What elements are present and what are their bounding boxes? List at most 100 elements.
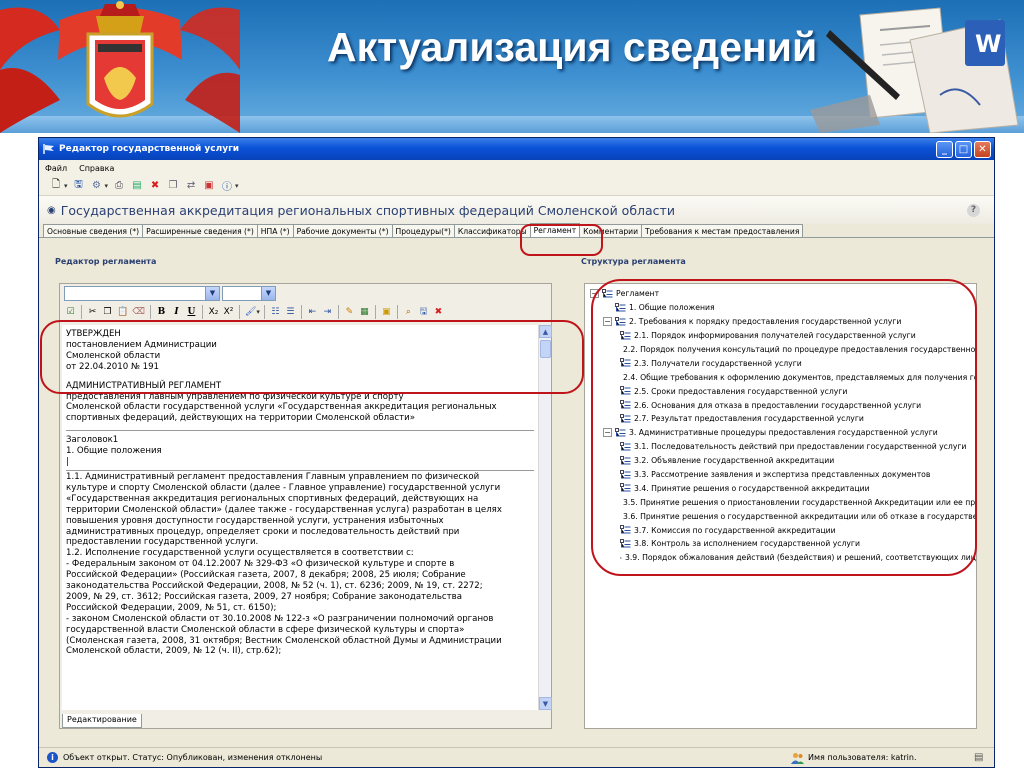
minimize-button[interactable]: _ (936, 140, 953, 158)
font-size-select[interactable]: ▼ (222, 285, 276, 301)
menu-file[interactable]: Файл (45, 164, 67, 173)
tree-node[interactable]: 1. Общие положения (585, 301, 976, 315)
paste-icon[interactable]: 📋 (116, 305, 129, 319)
document-text-area[interactable]: УТВЕРЖДЕН постановлением Администрации С… (62, 325, 538, 710)
tab-work-documents[interactable]: Рабочие документы (*) (292, 224, 393, 237)
collapse-toggle-icon[interactable]: − (590, 289, 599, 299)
export-icon[interactable]: ▣ (202, 179, 216, 193)
tree-node[interactable]: 3.7. Комиссия по государственной аккреди… (585, 523, 976, 537)
underline-button[interactable]: U (185, 305, 198, 319)
edit-mode-tab[interactable]: Редактирование (62, 714, 142, 728)
service-title: Государственная аккредитация региональны… (60, 202, 675, 218)
node-document-icon (615, 427, 626, 437)
help-icon[interactable]: ⓘ (220, 179, 234, 193)
chevron-down-icon[interactable]: ▾ (105, 182, 109, 190)
tab-classifiers[interactable]: Классификаторы (453, 224, 531, 237)
close-button[interactable]: ✕ (974, 140, 991, 158)
style-select[interactable]: ▼ (64, 285, 220, 301)
tree-node[interactable]: 3.8. Контроль за исполнением государстве… (585, 537, 976, 551)
superscript-button[interactable]: X² (222, 305, 235, 319)
tree-node[interactable]: 3.3. Рассмотрение заявления и экспертиза… (585, 468, 976, 482)
tree-node-label: 3.8. Контроль за исполнением государстве… (634, 539, 860, 549)
chevron-down-icon[interactable]: ▾ (256, 308, 260, 316)
tree-node[interactable]: 2.1. Порядок информирования получателей … (585, 329, 976, 343)
bold-button[interactable]: B (155, 305, 168, 319)
tree-node[interactable]: − 3. Административные процедуры предостав… (585, 426, 976, 440)
eraser-icon[interactable]: ⌫ (131, 305, 146, 319)
collapse-toggle-icon[interactable]: − (603, 317, 612, 327)
tree-nodes: − Регламент 1. Общие положения − 2. Требован… (585, 287, 976, 565)
node-document-icon (620, 386, 631, 395)
chevron-down-icon[interactable]: ▼ (205, 286, 219, 300)
outdent-icon[interactable]: ⇤ (306, 305, 319, 319)
tree-node-label: 3.2. Объявление государственной аккредит… (634, 456, 835, 466)
node-document-icon (620, 469, 631, 479)
tree-node[interactable]: 2.7. Результат предоставления государств… (585, 412, 976, 426)
chevron-down-icon[interactable]: ▾ (235, 182, 239, 190)
tree-node[interactable]: 3.6. Принятие решения о государственной … (585, 509, 976, 523)
collapse-toggle-icon[interactable]: − (603, 428, 612, 438)
italic-button[interactable]: I (170, 305, 183, 319)
find-icon[interactable]: ⌕ (402, 305, 415, 319)
toolbar-separator (149, 304, 151, 319)
cut-icon[interactable]: ✂ (86, 305, 99, 319)
tab-extended-info[interactable]: Расширенные сведения (*) (142, 224, 258, 237)
check-icon[interactable]: ☑ (64, 305, 77, 319)
save-icon[interactable]: 🖫 (417, 305, 430, 319)
bullet-list-icon[interactable]: ☰ (284, 305, 297, 319)
tree-node[interactable]: 3.9. Порядок обжалования действий (безде… (585, 551, 976, 565)
table-icon[interactable]: ▦ (358, 305, 371, 319)
question-icon[interactable]: ? (967, 203, 980, 217)
gear-icon[interactable]: ⚙ (90, 179, 104, 193)
preview-icon[interactable]: ▤ (130, 179, 144, 193)
node-document-icon (615, 302, 626, 312)
copy-icon[interactable]: ❐ (101, 305, 114, 319)
delete-icon[interactable]: ✖ (432, 305, 445, 319)
maximize-button[interactable]: □ (955, 140, 972, 158)
tree-node[interactable]: 3.5. Принятие решения о приостановлении … (585, 495, 976, 509)
node-document-icon (620, 455, 631, 465)
toolbar-separator (201, 304, 203, 319)
settings-icon[interactable]: ▤ (974, 752, 994, 763)
toolbar-separator (238, 304, 240, 319)
tab-place-requirements[interactable]: Требования к местам предоставления (641, 224, 804, 237)
tree-node[interactable]: − 2. Требования к порядку предоставления … (585, 315, 976, 329)
tab-basic-info[interactable]: Основные сведения (*) (43, 224, 144, 237)
tab-regulation[interactable]: Регламент (529, 223, 581, 237)
copy-icon[interactable]: ❐ (166, 179, 180, 193)
tree-node[interactable]: 3.1. Последовательность действий при пре… (585, 440, 976, 454)
tree-node[interactable]: − Регламент (585, 287, 976, 301)
image-icon[interactable]: ▣ (380, 305, 393, 319)
editor-scrollbar[interactable]: ▲ ▼ (538, 325, 552, 710)
link-icon[interactable]: ✎ (343, 305, 356, 319)
window-titlebar[interactable]: Редактор государственной услуги _ □ ✕ (39, 138, 994, 160)
tab-comments[interactable]: Комментарии (579, 224, 643, 237)
info-icon: i (47, 752, 58, 763)
scroll-thumb[interactable] (540, 340, 551, 358)
tree-node[interactable]: 3.4. Принятие решения о государственной … (585, 481, 976, 495)
print-icon[interactable]: ⎙ (112, 179, 126, 193)
delete-icon[interactable]: ✖ (148, 179, 162, 193)
new-icon[interactable]: 🗋 (49, 179, 63, 193)
tree-node-label: 2.2. Порядок получения консультаций по п… (623, 345, 977, 354)
tab-npa[interactable]: НПА (*) (256, 224, 294, 237)
tree-node[interactable]: 3.2. Объявление государственной аккредит… (585, 454, 976, 468)
scroll-down-icon[interactable]: ▼ (539, 697, 552, 710)
indent-icon[interactable]: ⇥ (321, 305, 334, 319)
tree-node[interactable]: 2.4. Общие требования к оформлению докум… (585, 370, 976, 384)
tree-node[interactable]: 2.5. Сроки предоставления государственно… (585, 384, 976, 398)
numbered-list-icon[interactable]: ☷ (269, 305, 282, 319)
move-icon[interactable]: ⇄ (184, 179, 198, 193)
menu-help[interactable]: Справка (79, 164, 114, 173)
chevron-down-icon[interactable]: ▾ (64, 182, 68, 190)
chevron-down-icon[interactable]: ▼ (261, 286, 275, 300)
save-icon[interactable]: 🖫 (72, 179, 86, 193)
tree-node[interactable]: 2.3. Получатели государственной услуги (585, 356, 976, 370)
scroll-up-icon[interactable]: ▲ (539, 325, 552, 338)
paint-icon[interactable]: 🖌 (244, 305, 257, 319)
tree-node[interactable]: 2.6. Основания для отказа в предоставлен… (585, 398, 976, 412)
subscript-button[interactable]: X₂ (207, 305, 220, 319)
tree-node[interactable]: 2.2. Порядок получения консультаций по п… (585, 343, 976, 357)
service-editor-window: Редактор государственной услуги _ □ ✕ Фа… (38, 137, 995, 768)
tab-procedures[interactable]: Процедуры(*) (391, 224, 455, 237)
